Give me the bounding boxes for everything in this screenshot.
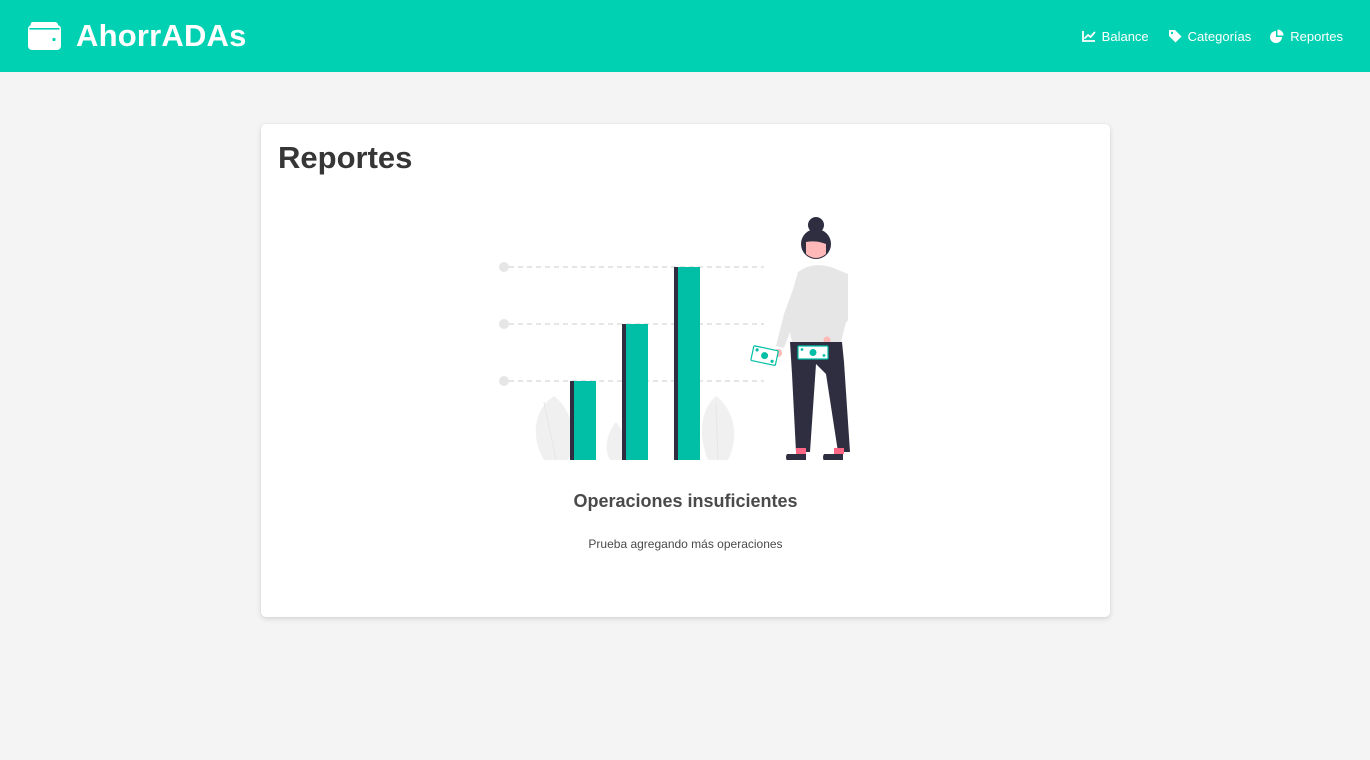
nav-item-label: Balance [1101, 28, 1149, 44]
reports-card: Reportes Operaciones insuficientes Prueb… [261, 124, 1110, 617]
empty-state-title: Operaciones insuficientes [573, 491, 798, 511]
bar-small [570, 381, 596, 460]
nav-item-label: Categorías [1187, 28, 1252, 44]
wallet-icon [28, 22, 61, 50]
nav-item-categorias[interactable]: Categorías [1168, 28, 1252, 44]
nav-item-label: Reportes [1290, 28, 1343, 44]
bar-medium [622, 324, 648, 460]
woman-with-bar-chart-illustration [499, 217, 850, 460]
top-navbar: AhorrADAs Balance Categorías Reportes [0, 0, 1370, 72]
page-title: Reportes [278, 140, 413, 175]
chart-line-icon [1081, 31, 1096, 42]
bar-large [674, 267, 700, 460]
brand-name: AhorrADAs [76, 18, 247, 53]
money-bill-left [750, 345, 779, 366]
money-bill-right [797, 345, 829, 360]
woman-figure [774, 217, 850, 460]
chart-pie-icon [1270, 29, 1284, 43]
nav-menu: Balance Categorías Reportes [1063, 29, 1343, 44]
empty-state-subtitle: Prueba agregando más operaciones [588, 537, 783, 551]
nav-item-balance[interactable]: Balance [1081, 28, 1149, 44]
tag-icon [1168, 30, 1182, 43]
brand-link[interactable]: AhorrADAs [28, 18, 247, 54]
nav-item-reportes[interactable]: Reportes [1270, 29, 1343, 44]
